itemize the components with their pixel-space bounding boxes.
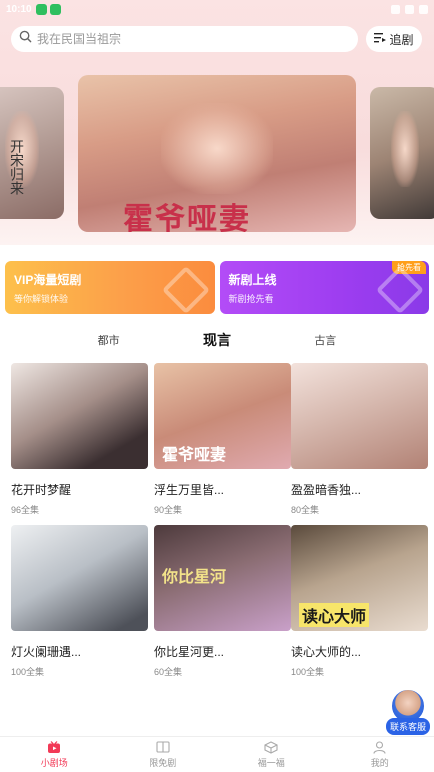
search-box[interactable]	[11, 26, 358, 52]
follow-drama-label: 追剧	[389, 32, 414, 47]
drama-card[interactable]: 你比星河 你比星河更... 60全集	[154, 525, 291, 678]
promo-row: VIP海量短剧 等你解锁体验 抢先看 新剧上线 新剧抢先看	[5, 261, 429, 314]
search-row: 追剧	[11, 26, 422, 52]
nav-welfare-label: 福一福	[257, 758, 285, 768]
cover-title-text: 你比星河	[162, 567, 227, 586]
customer-service-button[interactable]: 联系客服	[386, 688, 431, 736]
vip-promo-card[interactable]: VIP海量短剧 等你解锁体验	[5, 261, 215, 314]
person-icon	[373, 740, 387, 754]
cover-title-text: 读心大师	[299, 603, 370, 627]
search-icon	[19, 30, 32, 48]
banner-slide-current[interactable]: 霍爷哑妻	[78, 75, 356, 232]
new-release-promo-card[interactable]: 抢先看 新剧上线 新剧抢先看	[219, 261, 429, 314]
drama-cover[interactable]	[11, 525, 148, 631]
drama-episodes: 80全集	[291, 505, 320, 515]
wifi-icon	[391, 4, 400, 14]
drama-title: 盈盈暗香独...	[291, 483, 362, 497]
tab-urban[interactable]: 都市	[98, 332, 120, 348]
theater-icon	[47, 740, 61, 754]
drama-episodes: 100全集	[291, 667, 325, 677]
banner-slide-next[interactable]	[370, 87, 434, 219]
drama-title: 灯火阑珊遇...	[11, 645, 82, 659]
battery-icon	[419, 4, 428, 14]
cover-title-text: 霍爷哑妻	[162, 445, 227, 464]
signal-icon	[405, 4, 414, 14]
drama-card[interactable]: 读心大师 读心大师的... 100全集	[291, 525, 428, 678]
status-bar: 10:10	[0, 0, 434, 18]
drama-episodes: 96全集	[11, 505, 40, 515]
drama-card[interactable]: 灯火阑珊遇... 100全集	[11, 525, 148, 678]
drama-title: 花开时梦醒	[11, 483, 72, 497]
gift-icon	[264, 740, 278, 754]
drama-episodes: 60全集	[154, 667, 183, 677]
book-icon	[156, 740, 170, 754]
tab-ancient-romance[interactable]: 古言	[314, 332, 336, 348]
drama-episodes: 90全集	[154, 505, 183, 515]
drama-cover[interactable]: 读心大师	[291, 525, 428, 631]
app-notification-icon	[49, 3, 61, 15]
nav-theater[interactable]: 小剧场	[24, 740, 84, 769]
nav-free-dramas[interactable]: 限免剧	[133, 740, 193, 769]
list-icon	[374, 32, 387, 46]
banner-carousel[interactable]: 开宋归来 霍爷哑妻	[0, 65, 434, 237]
banner-side-text: 开宋归来	[8, 139, 24, 195]
wechat-notification-icon	[35, 3, 47, 15]
tab-modern-romance[interactable]: 现言	[203, 330, 231, 350]
drama-title: 浮生万里皆...	[154, 483, 225, 497]
drama-title: 你比星河更...	[154, 645, 225, 659]
bottom-nav: 小剧场 限免剧 福一福 我的	[0, 736, 434, 772]
nav-theater-label: 小剧场	[40, 758, 68, 768]
nav-profile[interactable]: 我的	[350, 740, 410, 769]
search-input[interactable]	[37, 32, 337, 46]
drama-cover[interactable]	[291, 363, 428, 469]
drama-cover[interactable]: 你比星河	[154, 525, 291, 631]
drama-cover[interactable]	[11, 363, 148, 469]
category-tabs: 都市 现言 古言	[0, 328, 434, 352]
drama-card[interactable]: 霍爷哑妻 浮生万里皆... 90全集	[154, 363, 291, 516]
drama-card[interactable]: 花开时梦醒 96全集	[11, 363, 148, 516]
banner-poster-title: 霍爷哑妻	[123, 202, 251, 232]
nav-free-dramas-label: 限免剧	[149, 758, 177, 768]
drama-cover[interactable]: 霍爷哑妻	[154, 363, 291, 469]
drama-card[interactable]: 盈盈暗香独... 80全集	[291, 363, 428, 516]
banner-slide-prev[interactable]: 开宋归来	[0, 87, 64, 219]
customer-service-label: 联系客服	[386, 718, 431, 735]
nav-welfare[interactable]: 福一福	[241, 740, 301, 769]
status-time: 10:10	[6, 3, 32, 15]
drama-title: 读心大师的...	[291, 645, 362, 659]
nav-profile-label: 我的	[370, 758, 389, 768]
follow-drama-button[interactable]: 追剧	[366, 26, 422, 52]
drama-episodes: 100全集	[11, 667, 45, 677]
